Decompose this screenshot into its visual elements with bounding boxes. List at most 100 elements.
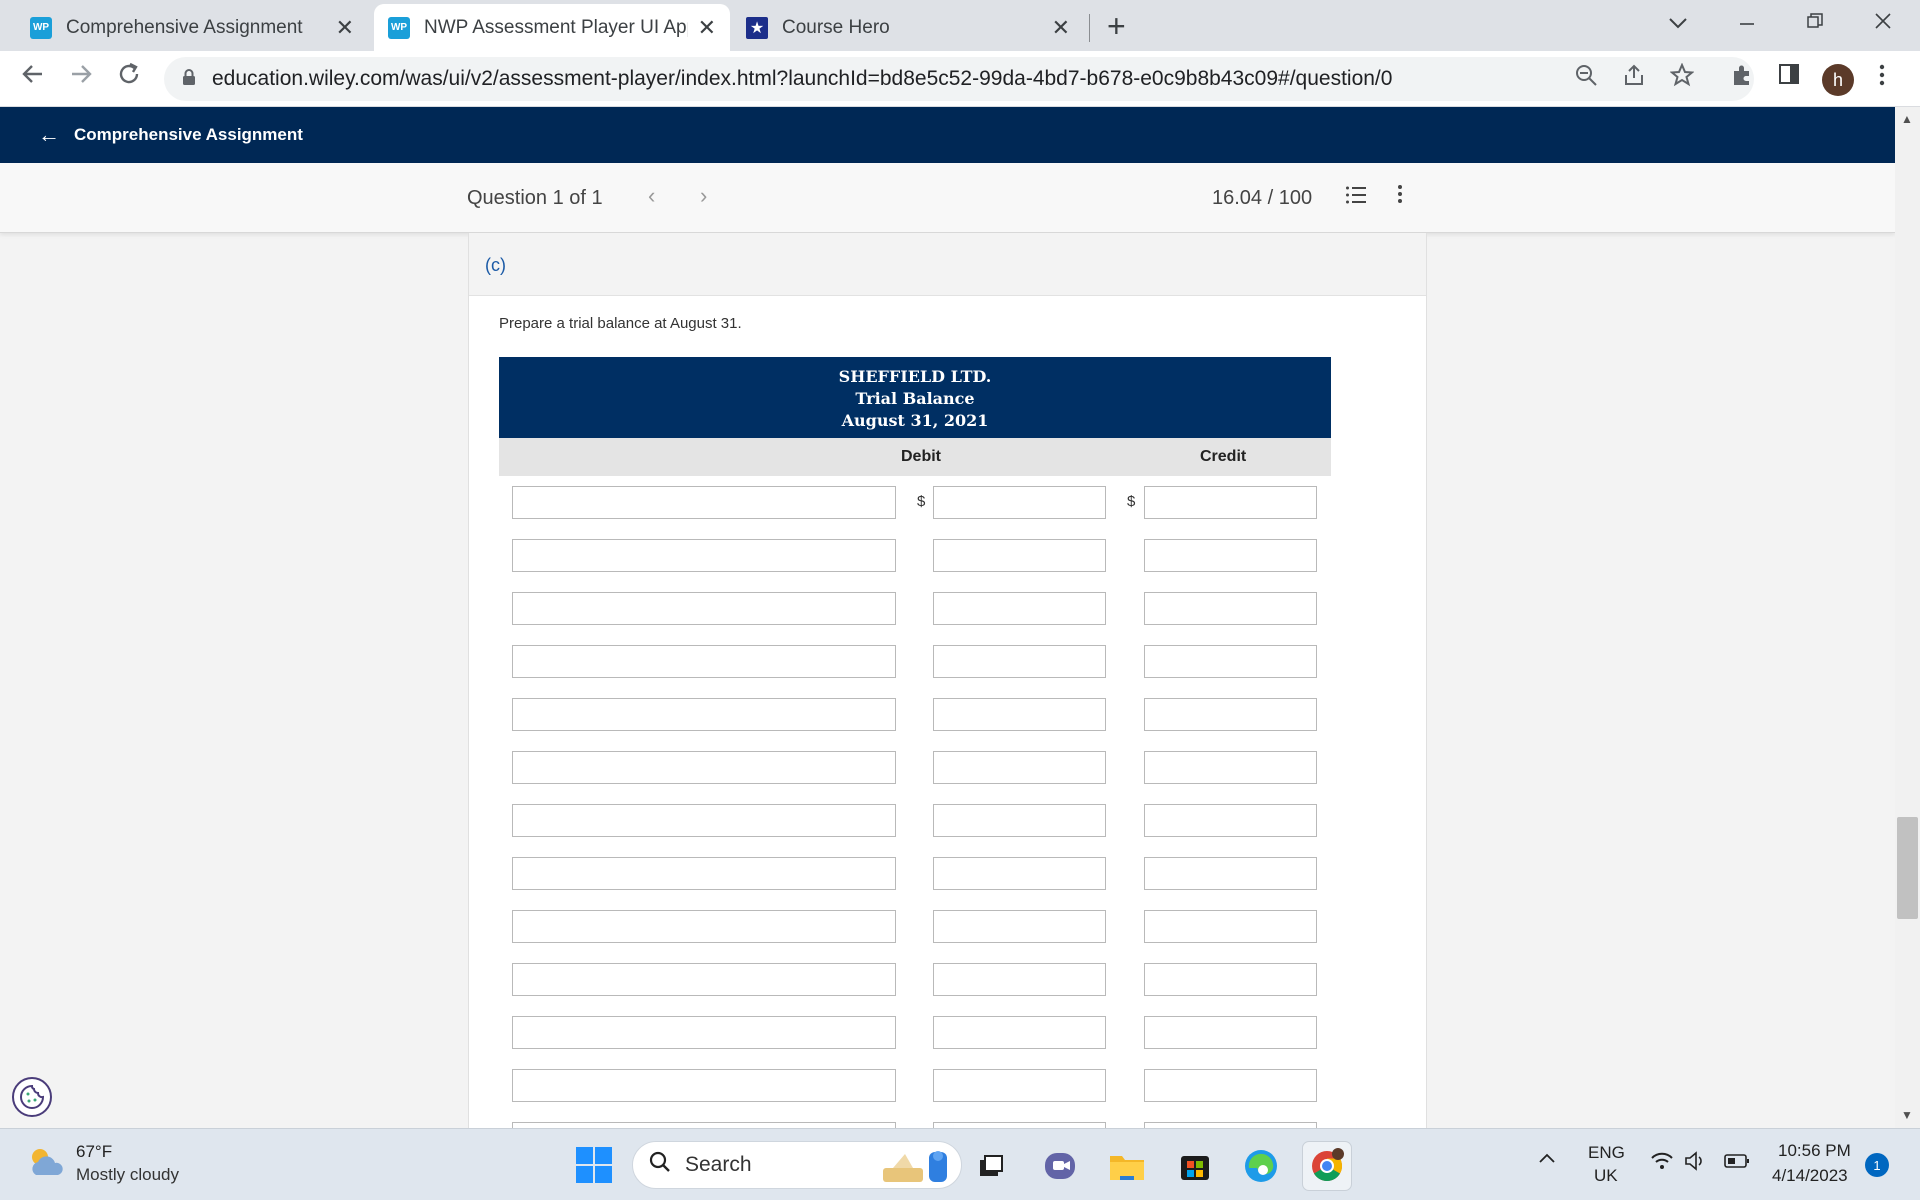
account-name-input[interactable]: [512, 751, 896, 784]
page-scrollbar[interactable]: [1895, 107, 1920, 1128]
debit-amount-input[interactable]: [933, 645, 1106, 678]
credit-amount-input[interactable]: [1144, 592, 1317, 625]
minimize-icon[interactable]: [1738, 8, 1756, 34]
more-options-icon[interactable]: [1396, 183, 1404, 211]
scroll-up-arrow-icon[interactable]: ▲: [1901, 112, 1913, 126]
credit-amount-input[interactable]: [1144, 751, 1317, 784]
debit-amount-input[interactable]: [933, 857, 1106, 890]
credit-amount-input[interactable]: [1144, 804, 1317, 837]
credit-amount-input[interactable]: [1144, 857, 1317, 890]
credit-amount-input[interactable]: [1144, 539, 1317, 572]
tab-search-chevron-icon[interactable]: [1668, 10, 1688, 36]
clock-date[interactable]: 4/14/2023: [1772, 1166, 1848, 1186]
previous-question-button[interactable]: ‹: [648, 183, 655, 209]
window-close-icon[interactable]: [1874, 10, 1892, 36]
wp-favicon-icon: WP: [30, 16, 52, 39]
account-name-input[interactable]: [512, 804, 896, 837]
account-name-input[interactable]: [512, 645, 896, 678]
tab-comprehensive-assignment[interactable]: WP Comprehensive Assignment ✕: [16, 4, 368, 51]
new-tab-button[interactable]: +: [1107, 8, 1126, 45]
side-panel-icon[interactable]: [1778, 63, 1800, 91]
account-name-input[interactable]: [512, 698, 896, 731]
credit-amount-input[interactable]: [1144, 698, 1317, 731]
next-question-button[interactable]: ›: [700, 183, 707, 209]
debit-amount-input[interactable]: [933, 592, 1106, 625]
back-arrow-icon[interactable]: [20, 61, 46, 94]
credit-amount-input[interactable]: [1144, 910, 1317, 943]
profile-avatar[interactable]: h: [1822, 64, 1854, 96]
windows-start-icon[interactable]: [576, 1147, 612, 1183]
debit-amount-input[interactable]: [933, 751, 1106, 784]
part-label: (c): [485, 255, 506, 275]
account-name-input[interactable]: [512, 910, 896, 943]
debit-amount-input[interactable]: [933, 963, 1106, 996]
reload-icon[interactable]: [116, 61, 142, 94]
restore-icon[interactable]: [1806, 10, 1824, 36]
close-icon[interactable]: ✕: [336, 15, 354, 41]
credit-amount-input[interactable]: [1144, 486, 1317, 519]
clock-time[interactable]: 10:56 PM: [1778, 1141, 1851, 1161]
account-name-input[interactable]: [512, 1069, 896, 1102]
battery-icon[interactable]: [1724, 1153, 1750, 1174]
scrollbar-thumb[interactable]: [1897, 817, 1918, 919]
debit-amount-input[interactable]: [933, 698, 1106, 731]
account-name-input[interactable]: [512, 592, 896, 625]
cookie-settings-button[interactable]: [12, 1077, 52, 1117]
cookie-icon: [20, 1084, 45, 1109]
account-name-input[interactable]: [512, 963, 896, 996]
debit-amount-input[interactable]: [933, 539, 1106, 572]
part-instruction: Prepare a trial balance at August 31.: [499, 315, 742, 332]
score-display: 16.04 / 100: [1212, 187, 1313, 209]
forward-arrow-icon[interactable]: [68, 61, 94, 94]
language-indicator-bottom[interactable]: UK: [1594, 1166, 1618, 1186]
trial-balance-column-headers: Debit Credit: [499, 438, 1331, 476]
teams-chat-icon[interactable]: [1042, 1147, 1080, 1185]
debit-amount-input[interactable]: [933, 1016, 1106, 1049]
weather-cloudy-icon[interactable]: [26, 1145, 66, 1188]
debit-amount-input[interactable]: [933, 1069, 1106, 1102]
tab-separator: [1089, 14, 1090, 42]
volume-icon[interactable]: [1684, 1151, 1708, 1176]
account-name-input[interactable]: [512, 1016, 896, 1049]
notification-badge[interactable]: 1: [1865, 1153, 1889, 1177]
debit-amount-input[interactable]: [933, 486, 1106, 519]
search-label: Search: [685, 1153, 752, 1176]
browser-menu-icon[interactable]: [1878, 63, 1886, 93]
address-bar[interactable]: education.wiley.com/was/ui/v2/assessment…: [164, 57, 1754, 101]
back-arrow-icon[interactable]: ←: [38, 122, 60, 148]
taskbar-search[interactable]: Search: [632, 1141, 962, 1189]
account-name-input[interactable]: [512, 539, 896, 572]
debit-amount-input[interactable]: [933, 910, 1106, 943]
language-indicator-top[interactable]: ENG: [1588, 1143, 1625, 1163]
credit-amount-input[interactable]: [1144, 963, 1317, 996]
credit-amount-input[interactable]: [1144, 1069, 1317, 1102]
question-list-icon[interactable]: [1345, 185, 1367, 211]
chrome-browser-icon[interactable]: [1302, 1141, 1352, 1191]
tab-title: NWP Assessment Player UI Appli: [424, 16, 688, 38]
browser-tab-bar: WP Comprehensive Assignment ✕ WP NWP Ass…: [0, 0, 1920, 51]
statement-date: August 31, 2021: [841, 411, 989, 430]
tab-nwp-assessment-player[interactable]: WP NWP Assessment Player UI Appli ✕: [374, 4, 730, 51]
scroll-down-arrow-icon[interactable]: ▼: [1901, 1108, 1913, 1122]
credit-amount-input[interactable]: [1144, 1016, 1317, 1049]
debit-amount-input[interactable]: [933, 804, 1106, 837]
close-icon[interactable]: ✕: [698, 15, 716, 41]
task-view-icon[interactable]: [972, 1147, 1010, 1185]
wifi-icon[interactable]: [1650, 1151, 1674, 1176]
tray-chevron-up-icon[interactable]: [1538, 1149, 1556, 1169]
bookmark-star-icon[interactable]: [1669, 62, 1695, 93]
zoom-out-icon[interactable]: [1574, 63, 1598, 93]
close-icon[interactable]: ✕: [1052, 15, 1070, 41]
microsoft-store-icon[interactable]: [1176, 1147, 1214, 1185]
assignment-title[interactable]: Comprehensive Assignment: [74, 125, 303, 145]
tab-course-hero[interactable]: ★ Course Hero ✕: [732, 4, 1084, 51]
credit-amount-input[interactable]: [1144, 645, 1317, 678]
debit-column-header: Debit: [901, 448, 941, 465]
file-explorer-icon[interactable]: [1108, 1147, 1146, 1185]
share-icon[interactable]: [1622, 63, 1646, 93]
edge-browser-icon[interactable]: [1242, 1147, 1280, 1185]
browser-toolbar: education.wiley.com/was/ui/v2/assessment…: [0, 51, 1920, 107]
account-name-input[interactable]: [512, 857, 896, 890]
extensions-puzzle-icon[interactable]: [1730, 63, 1754, 93]
account-name-input[interactable]: [512, 486, 896, 519]
